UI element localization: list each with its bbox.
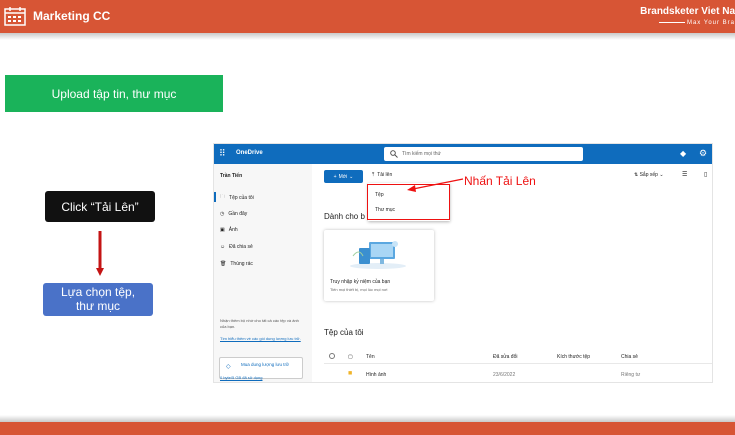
down-arrow-icon bbox=[96, 231, 104, 276]
step-choose-line2: thư mục bbox=[75, 299, 121, 313]
storage-usage-link[interactable]: 0 byte/5 GB đã sử dụng bbox=[220, 375, 262, 380]
sidebar-item-label: Đã chia sẻ bbox=[229, 244, 253, 250]
slogan-text: Max Your Bra bbox=[686, 20, 735, 26]
callout-arrow-icon bbox=[407, 178, 464, 192]
trash-icon: 🗑 bbox=[220, 261, 227, 267]
file-table-header: ▢ Tên Đã sửa đổi Kích thước tệp Chia sẻ bbox=[324, 351, 712, 364]
file-type-icon: ▢ bbox=[348, 354, 353, 360]
card-title: Truy nhập kỷ niệm của bạn bbox=[330, 279, 391, 285]
chevron-down-icon: ⌄ bbox=[349, 173, 354, 180]
header-shadow bbox=[0, 33, 735, 40]
main-panel: + Mới ⌄ ⤒ Tải lên ⇅ Sắp xếp ⌄ ☰ ▯ Tệp Thư m… bbox=[312, 164, 712, 382]
sidebar-item-my-files[interactable]: 🗀 Tệp của tôi bbox=[220, 194, 254, 202]
upload-icon: ⤒ bbox=[372, 172, 375, 178]
column-modified[interactable]: Đã sửa đổi bbox=[493, 354, 517, 360]
sidebar-item-shared[interactable]: ☺ Đã chia sẻ bbox=[220, 244, 253, 250]
step-click-upload: Click “Tải Lên” bbox=[45, 191, 155, 222]
step-choose-line1: Lựa chọn tệp, bbox=[60, 285, 136, 299]
upload-label: Tải lên bbox=[377, 172, 393, 178]
file-sharing: Riêng tư bbox=[621, 372, 641, 378]
sidebar-item-label: Gần đây bbox=[228, 211, 248, 217]
sort-button[interactable]: ⇅ Sắp xếp ⌄ bbox=[634, 172, 664, 178]
sidebar-item-label: Ảnh bbox=[228, 227, 238, 233]
folder-icon: 🗀 bbox=[220, 194, 226, 200]
column-sharing[interactable]: Chia sẻ bbox=[621, 354, 638, 360]
app-launcher-icon[interactable]: ⠿ bbox=[219, 149, 226, 158]
view-options-icon[interactable]: ☰ bbox=[682, 171, 687, 178]
top-bar: Marketing CC Brandsketer Viet Na Max You… bbox=[0, 0, 735, 33]
column-name[interactable]: Tên bbox=[366, 354, 375, 360]
memories-card[interactable]: Truy nhập kỷ niệm của bạn Tiến mọi thiết… bbox=[324, 230, 434, 301]
onedrive-title: OneDrive bbox=[236, 150, 263, 156]
search-placeholder: Tìm kiếm mọi thứ bbox=[402, 151, 441, 157]
diamond-icon: ◇ bbox=[226, 364, 231, 370]
upload-button[interactable]: ⤒ Tải lên bbox=[372, 172, 392, 178]
buy-storage-label: Mua dung lượng lưu trữ bbox=[240, 362, 289, 367]
user-name: Trần Tiến bbox=[220, 173, 243, 179]
sort-icon: ⇅ bbox=[634, 172, 639, 178]
calendar-icon bbox=[4, 7, 26, 26]
gear-icon[interactable]: ⚙ bbox=[699, 148, 707, 159]
table-row[interactable]: ■ Hình ảnh 23/6/2022 Riêng tư bbox=[324, 369, 712, 381]
select-all-checkbox[interactable] bbox=[329, 353, 335, 359]
sidebar-item-photos[interactable]: ▣ Ảnh bbox=[220, 227, 238, 233]
card-subtitle: Tiến mọi thiết bị, mọi lúc mọi nơi bbox=[330, 287, 388, 292]
column-size[interactable]: Kích thước tệp bbox=[557, 354, 590, 360]
bottom-bar bbox=[0, 422, 735, 435]
search-icon bbox=[390, 150, 398, 158]
people-icon: ☺ bbox=[220, 244, 226, 250]
step-choose-files: Lựa chọn tệp, thư mục bbox=[43, 283, 153, 316]
storage-note: Nhận thêm bộ nhớ cho tất cả các tệp và ả… bbox=[220, 318, 299, 329]
storage-plans-link[interactable]: Tìm hiểu thêm về các gói dung lượng lưu … bbox=[220, 336, 306, 342]
onedrive-header: ⠿ OneDrive Tìm kiếm mọi thứ ◆ ⚙ bbox=[214, 144, 712, 164]
brand-name: Brandsketer Viet Na bbox=[640, 6, 735, 17]
my-files-heading: Tệp của tôi bbox=[324, 328, 364, 337]
app-title: Marketing CC bbox=[33, 9, 111, 23]
sidebar: Trần Tiến 🗀 Tệp của tôi ◷ Gần đây ▣ Ảnh ☺ Đã… bbox=[214, 164, 312, 382]
clock-icon: ◷ bbox=[220, 211, 225, 217]
footer-shadow bbox=[0, 415, 735, 422]
sidebar-item-recent[interactable]: ◷ Gần đây bbox=[220, 211, 247, 217]
devices-illustration-icon bbox=[350, 241, 406, 269]
plus-icon: + bbox=[333, 173, 337, 180]
sidebar-item-label: Thùng rác bbox=[230, 261, 253, 267]
onedrive-screenshot: ⠿ OneDrive Tìm kiếm mọi thứ ◆ ⚙ Trần Tiế… bbox=[213, 143, 713, 383]
chevron-down-icon: ⌄ bbox=[659, 172, 664, 178]
new-button[interactable]: + Mới ⌄ bbox=[324, 170, 363, 183]
details-pane-icon[interactable]: ▯ bbox=[704, 171, 707, 178]
file-name[interactable]: Hình ảnh bbox=[366, 372, 386, 378]
new-label: Mới bbox=[338, 173, 348, 180]
folder-icon: ■ bbox=[348, 370, 353, 377]
sort-label: Sắp xếp bbox=[639, 172, 658, 178]
search-input[interactable]: Tìm kiếm mọi thứ bbox=[384, 147, 583, 161]
photo-icon: ▣ bbox=[220, 227, 225, 233]
premium-diamond-icon[interactable]: ◆ bbox=[680, 149, 686, 158]
for-you-heading: Dành cho b bbox=[324, 212, 365, 221]
selected-indicator bbox=[214, 192, 216, 202]
brand-slogan: Max Your Bra bbox=[658, 20, 735, 26]
callout-text: Nhấn Tải Lên bbox=[464, 174, 536, 188]
file-modified: 23/6/2022 bbox=[493, 372, 516, 378]
sidebar-item-recycle-bin[interactable]: 🗑 Thùng rác bbox=[220, 261, 253, 267]
sidebar-item-label: Tệp của tôi bbox=[229, 195, 254, 201]
step-upload-banner: Upload tập tin, thư mục bbox=[5, 75, 223, 112]
